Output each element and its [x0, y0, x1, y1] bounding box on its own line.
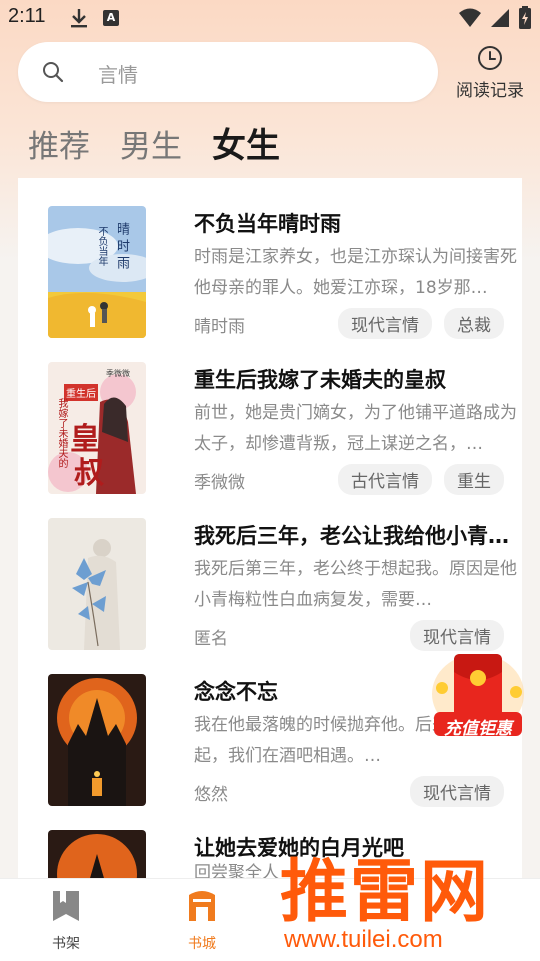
cover-title-text: 晴: [114, 222, 129, 235]
tag[interactable]: 现代言情: [410, 620, 504, 651]
watermark-title: 推雷网: [280, 853, 491, 932]
tab-male[interactable]: 男生: [120, 121, 182, 166]
tag[interactable]: 现代言情: [338, 308, 432, 339]
cover-author-text: 季微微: [106, 369, 130, 378]
book-cover[interactable]: [48, 830, 146, 878]
wifi-icon: [459, 8, 481, 27]
book-cover[interactable]: [48, 518, 146, 650]
reading-history-label: 阅读记录: [456, 81, 524, 101]
cover-title-text: 时: [114, 239, 129, 252]
book-cover[interactable]: 重生后 我嫁了未婚夫的 皇 叔 季微微: [48, 362, 146, 494]
book-title[interactable]: 念念不忘: [194, 676, 278, 706]
tag[interactable]: 古代言情: [338, 464, 432, 495]
nav-label: 书城: [188, 936, 216, 952]
book-item[interactable]: 重生后 我嫁了未婚夫的 皇 叔 季微微 重生后我嫁了未婚夫的皇叔 前世，她是贵门…: [48, 362, 517, 495]
nav-label: 书架: [52, 936, 80, 952]
search-input[interactable]: 言情: [18, 42, 438, 102]
nav-bookstore[interactable]: 书城: [162, 889, 242, 953]
search-icon: [43, 62, 64, 83]
book-author: 晴时雨: [194, 317, 245, 337]
recharge-promo-button[interactable]: 充值钜惠: [428, 648, 528, 740]
cover-subtitle-text: 我嫁了未婚夫的: [56, 398, 67, 468]
category-tabs: 推荐 男生 女生: [28, 118, 280, 166]
book-description: 时雨是江家养女，也是江亦琛认为间接害死他母亲的罪人。她爱江亦琛，18岁那…: [194, 247, 517, 298]
tag[interactable]: 现代言情: [410, 776, 504, 807]
clock-icon: [478, 46, 502, 70]
book-cover[interactable]: [48, 674, 146, 806]
book-tags: 现代言情: [410, 776, 504, 807]
cover-subtitle-text: 不负当年: [96, 226, 107, 266]
book-tags: 古代言情 重生: [338, 464, 504, 495]
book-author: 季微微: [194, 473, 245, 493]
book-author: 悠然: [194, 785, 228, 805]
store-icon: [189, 891, 215, 921]
book-list: 晴 时 雨 不负当年 不负当年晴时雨 时雨是江家养女，也是江亦琛认为间接害死他母…: [18, 178, 522, 878]
tab-female[interactable]: 女生: [212, 118, 280, 167]
book-author: 回尝聚全人: [194, 863, 279, 878]
book-item[interactable]: 我死后三年，老公让我给他小青… 我死后第三年，老公终于想起我。原因是他小青梅粒性…: [48, 518, 517, 651]
reading-history-button[interactable]: 阅读记录: [448, 44, 532, 104]
signal-icon: [491, 9, 509, 27]
book-item[interactable]: 念念不忘 我在他最落魄的时候抛弃他。后来他东山再起，我们在酒吧相遇。… 悠然 现…: [48, 674, 517, 807]
recharge-promo-label: 充值钜惠: [444, 719, 512, 739]
book-title[interactable]: 我死后三年，老公让我给他小青…: [194, 520, 509, 550]
book-author: 匿名: [194, 629, 228, 649]
book-title[interactable]: 重生后我嫁了未婚夫的皇叔: [194, 364, 446, 394]
cover-tag-text: 重生后: [64, 384, 98, 401]
tag[interactable]: 重生: [444, 464, 504, 495]
bookmark-icon: [53, 891, 79, 921]
search-placeholder: 言情: [98, 63, 138, 87]
tab-recommended[interactable]: 推荐: [28, 121, 90, 166]
book-description: 前世，她是贵门嫡女，为了他铺平道路成为太子，却惨遭背叛，冠上谋逆之名，…: [194, 403, 517, 454]
status-bar: 2:11 A: [0, 0, 540, 36]
download-icon: [71, 9, 87, 28]
book-description: 我死后第三年，老公终于想起我。原因是他小青梅粒性白血病复发，需要…: [194, 559, 517, 610]
book-tags: 现代言情 总裁: [338, 308, 504, 339]
nav-bookshelf[interactable]: 书架: [26, 889, 106, 953]
book-item[interactable]: 晴 时 雨 不负当年 不负当年晴时雨 时雨是江家养女，也是江亦琛认为间接害死他母…: [48, 206, 517, 339]
watermark: 推雷网 www.tuilei.com: [270, 832, 540, 960]
cover-title-text: 雨: [114, 256, 129, 269]
a-badge-icon: A: [103, 10, 119, 26]
book-cover[interactable]: 晴 时 雨 不负当年: [48, 206, 146, 338]
status-indicators: [458, 6, 532, 30]
cover-title-text: 叔: [74, 456, 104, 491]
battery-icon: [519, 6, 531, 29]
tag[interactable]: 总裁: [444, 308, 504, 339]
book-tags: 现代言情: [410, 620, 504, 651]
book-title[interactable]: 不负当年晴时雨: [194, 208, 341, 238]
watermark-url: www.tuilei.com: [284, 926, 443, 953]
status-time: 2:11: [8, 5, 46, 27]
